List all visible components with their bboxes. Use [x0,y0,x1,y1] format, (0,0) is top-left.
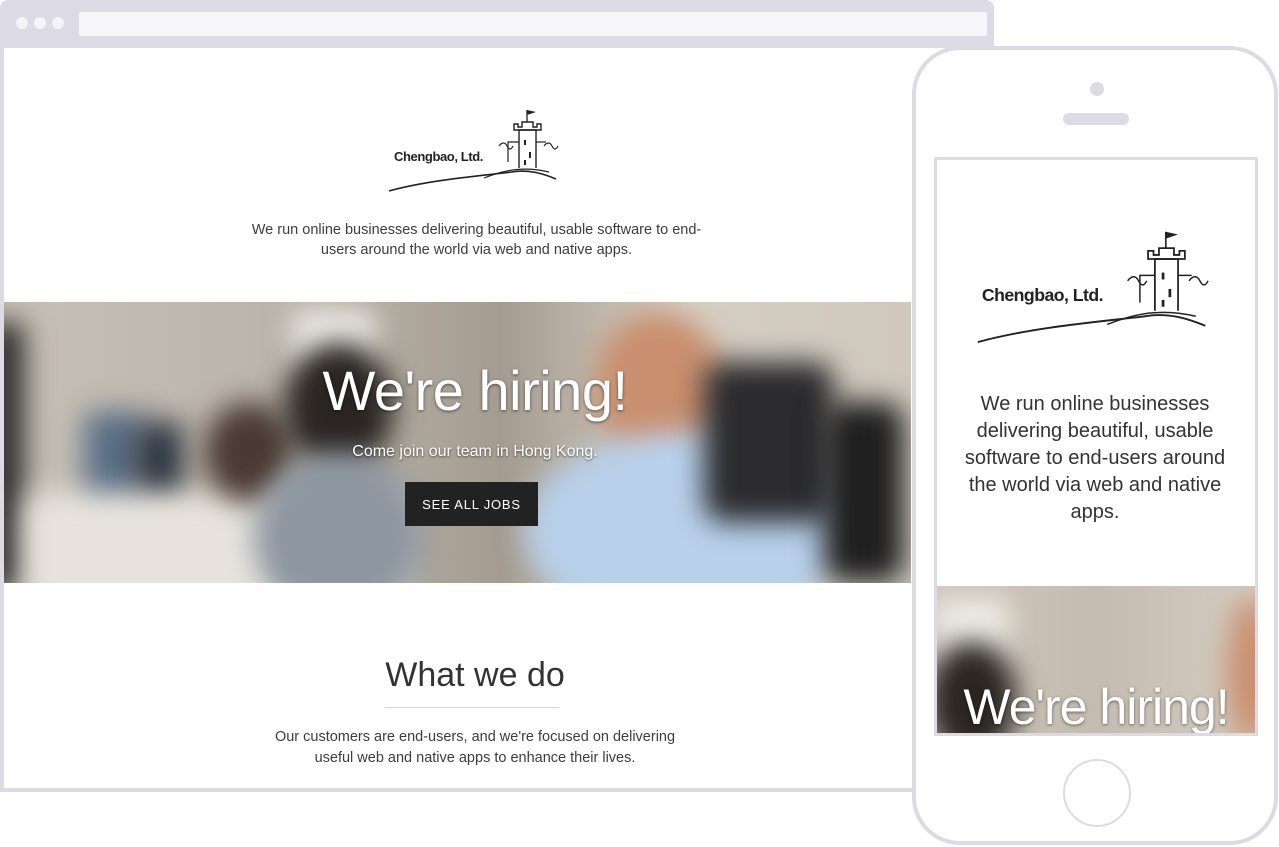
hiring-headline-mobile: We're hiring! [963,679,1229,735]
window-dot-maximize[interactable] [52,17,64,29]
phone-mockup: Chengbao, Ltd. We run online businesses … [912,46,1278,845]
phone-home-button[interactable] [1063,759,1131,827]
castle-logo-icon[interactable]: Chengbao, Ltd. [384,106,569,198]
intro-tagline: We run online businesses delivering beau… [251,222,702,258]
phone-speaker [1063,113,1129,125]
window-dot-close[interactable] [16,17,28,29]
intro-tagline-mobile: We run online businesses delivering beau… [964,393,1226,523]
website-page: Chengbao, Ltd. We run online businesses … [4,48,990,788]
hiring-hero-banner-mobile: We're hiring! [937,586,1255,735]
what-we-do-title: What we do [385,656,565,694]
brand-name: Chengbao, Ltd. [394,149,483,164]
hiring-subheadline: Come join our team in Hong Kong. [352,443,598,460]
hiring-headline: We're hiring! [322,359,628,422]
what-we-do-text: Our customers are end-users, and we're f… [274,729,676,766]
window-dot-minimize[interactable] [34,17,46,29]
desktop-browser-mockup: Chengbao, Ltd. We run online businesses … [0,0,994,792]
address-bar[interactable] [79,12,987,36]
browser-toolbar [4,0,990,48]
phone-screen: Chengbao, Ltd. We run online businesses … [934,157,1258,736]
section-divider [385,707,559,708]
phone-camera [1090,82,1104,96]
see-all-jobs-button[interactable]: SEE ALL JOBS [405,482,538,526]
hiring-hero-banner: We're hiring! Come join our team in Hong… [4,302,911,583]
brand-name-mobile: Chengbao, Ltd. [982,285,1103,305]
castle-logo-icon[interactable]: Chengbao, Ltd. [971,226,1223,352]
